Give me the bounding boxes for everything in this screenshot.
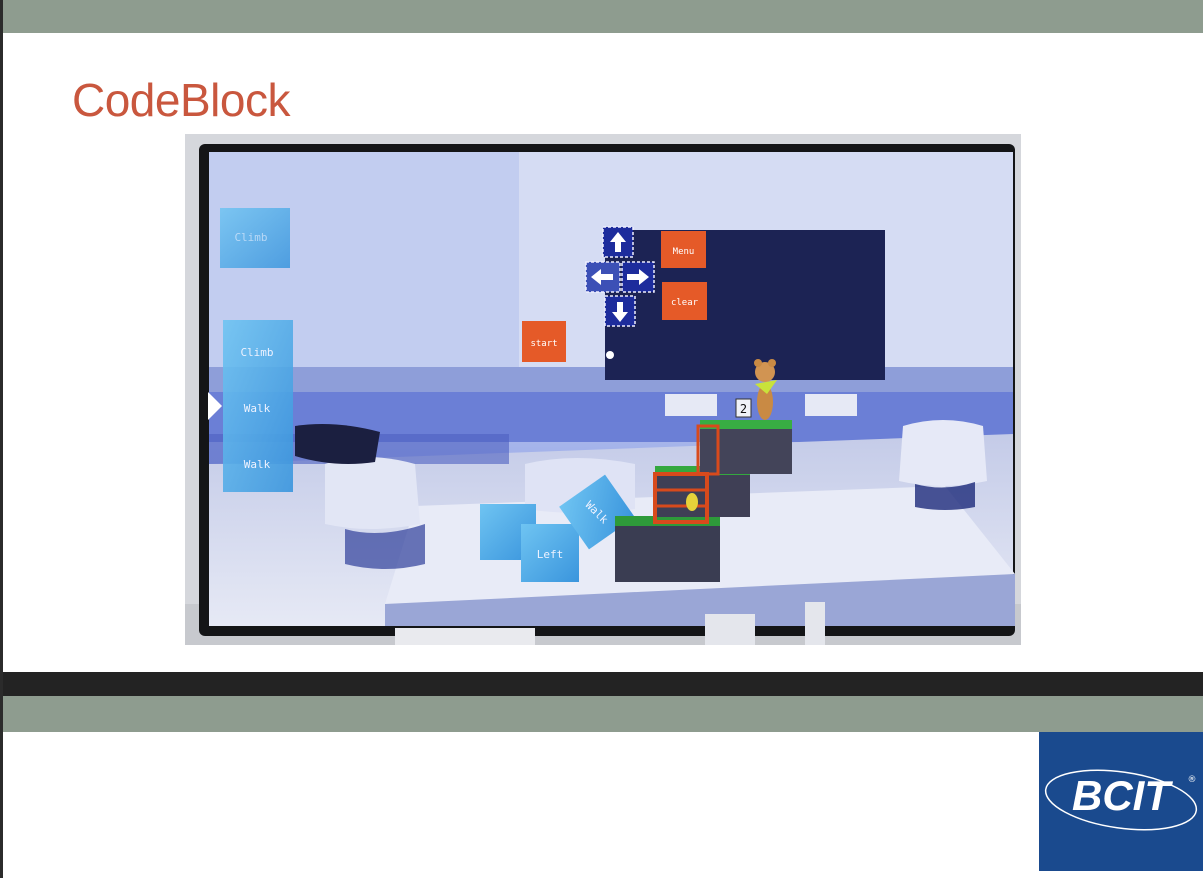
- start-button[interactable]: start: [522, 321, 566, 362]
- footer-grey-band: [3, 696, 1203, 732]
- menu-button-label: Menu: [673, 247, 695, 257]
- left-arrow-icon[interactable]: [585, 261, 621, 293]
- cube-block-label: Left: [537, 548, 564, 561]
- step-counter-value: 2: [740, 402, 747, 416]
- cursor-dot: [606, 351, 614, 359]
- registered-mark: ®: [1188, 775, 1197, 785]
- clear-button[interactable]: clear: [662, 282, 707, 320]
- queue-block-label: Climb: [234, 231, 267, 244]
- up-arrow-icon[interactable]: [602, 226, 634, 258]
- right-arrow-icon[interactable]: [621, 261, 655, 293]
- bcit-logo: BCIT ®: [1039, 732, 1203, 871]
- queue-block-label: Walk: [244, 458, 271, 471]
- clear-button-label: clear: [671, 298, 699, 308]
- down-arrow-icon[interactable]: [604, 295, 636, 327]
- slide-content: CodeBlock 2 Menu clear start Climb Climb…: [3, 33, 1203, 672]
- start-button-label: start: [530, 339, 557, 349]
- menu-button[interactable]: Menu: [661, 231, 706, 268]
- slide-title: CodeBlock: [72, 74, 290, 126]
- queue-block-label: Climb: [240, 346, 273, 359]
- game-screen: 2 Menu clear start Climb Climb Walk Walk…: [208, 152, 1015, 626]
- step-counter: 2: [735, 398, 752, 418]
- logo-text: BCIT: [1072, 772, 1173, 819]
- top-band: [3, 0, 1203, 33]
- tv-photo: 2 Menu clear start Climb Climb Walk Walk…: [185, 134, 1021, 645]
- footer-dark-band: [3, 672, 1203, 696]
- coin-icon: [686, 493, 698, 511]
- queue-block-label: Walk: [244, 402, 271, 415]
